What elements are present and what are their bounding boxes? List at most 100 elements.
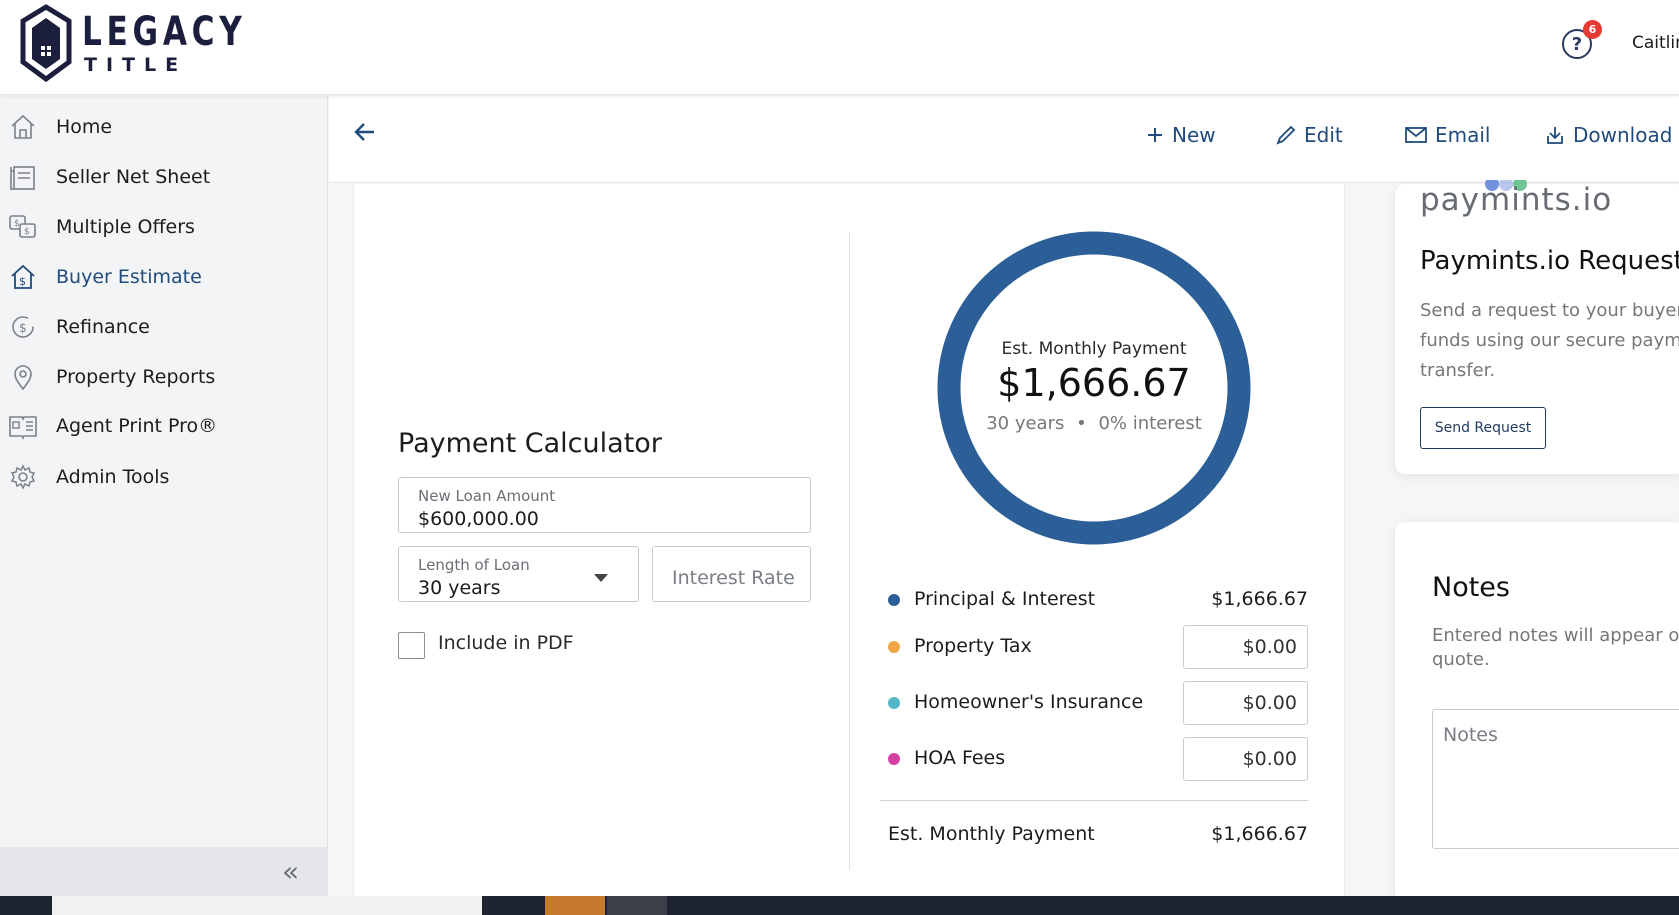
- legacy-title-logo[interactable]: LEGACY TITLE: [20, 4, 293, 82]
- breakdown-label: Property Tax: [914, 635, 1032, 657]
- sidebar-item-label: Agent Print Pro®: [56, 415, 218, 437]
- windows-start-icon[interactable]: [0, 896, 52, 915]
- download-button[interactable]: Download: [1545, 123, 1672, 147]
- loan-amount-label: New Loan Amount: [418, 487, 556, 505]
- loan-length-select[interactable]: Length of Loan 30 years: [398, 546, 639, 602]
- breakdown-divider: [880, 800, 1308, 801]
- pencil-icon: [1276, 125, 1296, 145]
- user-name[interactable]: Caitlin: [1632, 33, 1679, 53]
- payment-calculator-title: Payment Calculator: [398, 428, 662, 459]
- interest-rate-field[interactable]: Interest Rate: [652, 546, 811, 602]
- sidebar-item-refinance[interactable]: $ Refinance: [0, 305, 328, 349]
- logo-line2: TITLE: [84, 53, 188, 76]
- sidebar-item-label: Multiple Offers: [56, 216, 195, 238]
- legend-dot: [888, 641, 900, 653]
- notes-description: Entered notes will appear o quote.: [1432, 625, 1679, 670]
- sidebar-item-multiple-offers[interactable]: $ $ Multiple Offers: [0, 205, 328, 249]
- notes-placeholder: Notes: [1443, 724, 1498, 746]
- back-arrow-icon[interactable]: [354, 120, 376, 150]
- refinance-icon: $: [8, 312, 38, 342]
- send-request-button[interactable]: Send Request: [1420, 407, 1546, 449]
- email-label: Email: [1435, 123, 1491, 147]
- donut-summary: Est. Monthly Payment $1,666.67 30 years …: [937, 231, 1251, 545]
- paymints-title: Paymints.io Request: [1420, 246, 1679, 276]
- loan-amount-value[interactable]: $600,000.00: [418, 508, 539, 530]
- email-button[interactable]: Email: [1405, 123, 1491, 147]
- loan-length-label: Length of Loan: [418, 556, 530, 574]
- svg-text:$: $: [19, 275, 26, 288]
- location-pin-icon: [8, 362, 38, 392]
- dropdown-caret-icon: [594, 574, 608, 582]
- notification-badge: 6: [1583, 20, 1602, 39]
- new-label: New: [1172, 123, 1216, 147]
- sidebar-item-agent-print-pro[interactable]: Agent Print Pro®: [0, 404, 328, 448]
- interest-text: 0% interest: [1098, 413, 1202, 434]
- donut-amount: $1,666.67: [997, 361, 1191, 405]
- logo-shield-icon: [20, 4, 72, 82]
- breakdown-label: HOA Fees: [914, 747, 1006, 769]
- breakdown-row-principal: Principal & Interest $1,666.67: [888, 578, 1308, 622]
- sidebar-item-label: Property Reports: [56, 366, 216, 388]
- taskbar-app-icon[interactable]: [545, 896, 605, 915]
- top-header: LEGACY TITLE ? 6 Caitlin: [0, 0, 1679, 95]
- sidebar-item-home[interactable]: Home: [0, 105, 328, 149]
- include-pdf-label: Include in PDF: [438, 632, 574, 654]
- breakdown-row-hoa: HOA Fees $0.00: [888, 737, 1308, 781]
- edit-label: Edit: [1304, 123, 1343, 147]
- sidebar-item-property-reports[interactable]: Property Reports: [0, 355, 328, 399]
- sidebar-item-label: Refinance: [56, 316, 150, 338]
- sidebar-item-label: Buyer Estimate: [56, 266, 202, 288]
- double-chevron-left-icon[interactable]: «: [282, 855, 299, 888]
- breakdown-value: $1,666.67: [1211, 588, 1308, 610]
- paymints-description: Send a request to your buyer funds using…: [1420, 300, 1679, 381]
- breakdown-label: Principal & Interest: [914, 588, 1096, 610]
- svg-text:$: $: [24, 227, 30, 237]
- seller-net-sheet-icon: [8, 162, 38, 192]
- edit-button[interactable]: Edit: [1276, 123, 1343, 147]
- breakdown-label: Homeowner's Insurance: [914, 691, 1144, 713]
- taskbar-search[interactable]: [52, 896, 482, 915]
- total-label: Est. Monthly Payment: [888, 823, 1095, 845]
- new-button[interactable]: New: [1146, 123, 1216, 147]
- loan-term: 30 years: [986, 413, 1065, 434]
- sidebar: Home Seller Net Sheet $ $ Multiple Offers…: [0, 96, 328, 896]
- gear-icon: [8, 462, 38, 492]
- notes-textarea[interactable]: Notes: [1432, 709, 1679, 849]
- legend-dot: [888, 753, 900, 765]
- insurance-input[interactable]: $0.00: [1183, 681, 1308, 725]
- breakdown-row-property-tax: Property Tax $0.00: [888, 625, 1308, 669]
- loan-length-value: 30 years: [418, 577, 501, 599]
- sidebar-collapse-bar[interactable]: «: [0, 847, 328, 896]
- legend-dot: [888, 594, 900, 606]
- sidebar-item-buyer-estimate[interactable]: $ Buyer Estimate: [0, 255, 328, 299]
- sidebar-item-admin-tools[interactable]: Admin Tools: [0, 455, 328, 499]
- interest-rate-placeholder: Interest Rate: [672, 567, 795, 589]
- svg-text:$: $: [14, 219, 20, 229]
- envelope-icon: [1405, 126, 1427, 144]
- paymints-logo: paymints.io: [1420, 182, 1613, 218]
- sidebar-item-label: Home: [56, 116, 113, 138]
- legend-dot: [888, 697, 900, 709]
- sidebar-item-seller-net-sheet[interactable]: Seller Net Sheet: [0, 155, 328, 199]
- total-value: $1,666.67: [1211, 823, 1308, 845]
- notes-title: Notes: [1432, 572, 1510, 603]
- download-icon: [1545, 125, 1565, 145]
- sidebar-item-label: Admin Tools: [56, 466, 170, 488]
- donut-subtitle: 30 years • 0% interest: [937, 413, 1251, 434]
- multiple-offers-icon: $ $: [8, 212, 38, 242]
- logo-line1: LEGACY: [82, 8, 247, 55]
- property-tax-input[interactable]: $0.00: [1183, 625, 1308, 669]
- vertical-divider: [849, 232, 850, 870]
- taskbar-app-icon[interactable]: [607, 896, 667, 915]
- include-pdf-checkbox[interactable]: [398, 632, 425, 659]
- donut-caption: Est. Monthly Payment: [1001, 339, 1187, 359]
- download-label: Download: [1573, 123, 1673, 147]
- hoa-fees-input[interactable]: $0.00: [1183, 737, 1308, 781]
- loan-amount-field[interactable]: New Loan Amount $600,000.00: [398, 477, 811, 533]
- home-icon: [8, 112, 38, 142]
- action-toolbar: New Edit Email Download: [329, 96, 1679, 183]
- agent-print-icon: [8, 411, 38, 441]
- plus-icon: [1146, 126, 1164, 144]
- sidebar-item-label: Seller Net Sheet: [56, 166, 211, 188]
- os-taskbar: [0, 896, 1679, 915]
